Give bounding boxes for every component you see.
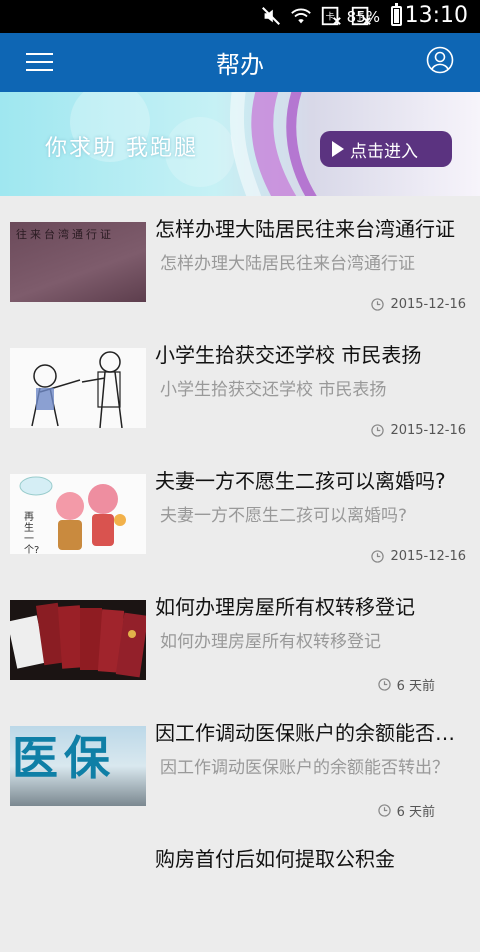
article-title: 夫妻一方不愿生二孩可以离婚吗? [155,469,446,493]
clock-icon [377,804,391,817]
clock-icon [377,678,391,691]
battery-charging-icon [391,3,402,26]
article-thumbnail [10,348,146,428]
svg-text:卡: 卡 [326,11,335,23]
banner-enter-button[interactable]: 点击进入 [320,131,452,167]
battery-percent: 85% [346,8,380,26]
thumb-caption: 医保 [12,731,116,785]
no-sim-icon: 卡 [321,6,341,26]
user-icon[interactable] [426,46,454,74]
article-title: 因工作调动医保账户的余额能否转出？ [155,721,473,745]
article-summary: 怎样办理大陆居民往来台湾通行证 [160,254,415,274]
list-item[interactable]: 往来台湾通行证 怎样办理大陆居民往来台湾通行证 怎样办理大陆居民往来台湾通行证 … [0,196,480,322]
list-item[interactable]: 再生一个? 夫妻一方不愿生二孩可以离婚吗? 夫妻一方不愿生二孩可以离婚吗? 20… [0,448,480,574]
article-title: 小学生拾获交还学校 市民表扬 [155,343,422,367]
banner-enter-label: 点击进入 [350,141,418,162]
article-title: 如何办理房屋所有权转移登记 [155,595,415,619]
article-date-text: 2015-12-16 [390,549,466,564]
article-date: 2015-12-16 [371,423,466,438]
article-title: 怎样办理大陆居民往来台湾通行证 [155,217,455,241]
list-item[interactable]: 医保 因工作调动医保账户的余额能否转出？ 因工作调动医保账户的余额能否转出？ 6… [0,700,480,826]
article-date: 2015-12-16 [371,297,466,312]
wifi-icon [291,8,311,24]
app-bar: 帮办 [0,33,480,92]
article-date: 6 天前 [377,801,435,820]
article-summary: 因工作调动医保账户的余额能否转出？ [160,758,449,778]
article-thumbnail: 往来台湾通行证 [10,222,146,302]
article-summary: 夫妻一方不愿生二孩可以离婚吗? [160,506,408,526]
list-item[interactable]: 如何办理房屋所有权转移登记 如何办理房屋所有权转移登记 6 天前 [0,574,480,700]
article-date-text: 6 天前 [396,805,435,820]
article-summary: 小学生拾获交还学校 市民表扬 [160,380,387,400]
article-list: 往来台湾通行证 怎样办理大陆居民往来台湾通行证 怎样办理大陆居民往来台湾通行证 … [0,196,480,952]
article-thumbnail: 医保 [10,726,146,806]
article-title: 购房首付后如何提取公积金 [155,847,395,871]
article-thumbnail [10,600,146,680]
clock-time: 13:10 [404,3,468,28]
article-date-text: 6 天前 [396,679,435,694]
thumb-caption: 往来台湾通行证 [16,228,114,241]
clock-icon [371,424,385,437]
mute-icon [262,7,280,25]
clock-icon [371,550,385,563]
article-date: 2015-12-16 [371,549,466,564]
play-arrow-icon [332,141,344,157]
article-date-text: 2015-12-16 [390,297,466,312]
article-date: 6 天前 [377,675,435,694]
list-item[interactable]: 购房首付后如何提取公积金 [0,826,480,952]
page-title: 帮办 [216,51,264,79]
list-item[interactable]: 小学生拾获交还学校 市民表扬 小学生拾获交还学校 市民表扬 2015-12-16 [0,322,480,448]
article-date-text: 2015-12-16 [390,423,466,438]
article-summary: 如何办理房屋所有权转移登记 [160,632,381,652]
status-bar: 卡 卡 85% 13:10 [0,0,480,33]
clock-icon [371,298,385,311]
thumb-caption: 再生一个? [24,512,40,556]
banner-slogan: 你求助 我跑腿 [45,136,198,161]
